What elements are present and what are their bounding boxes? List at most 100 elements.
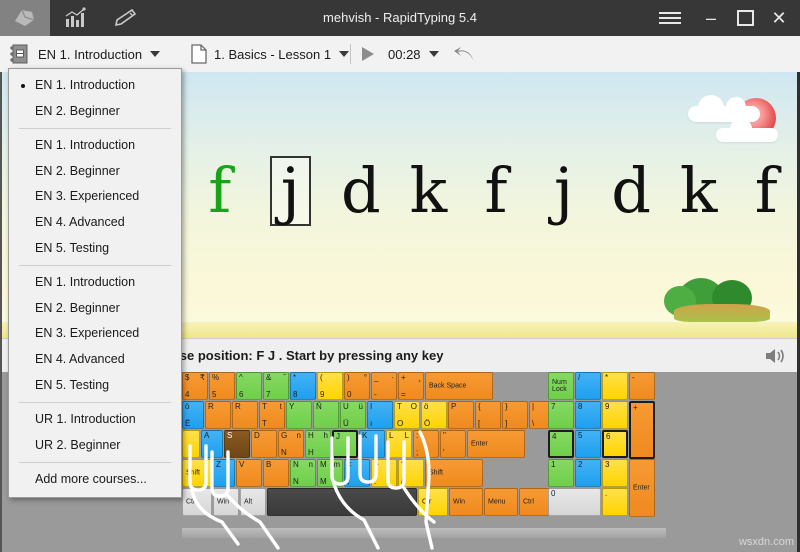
menu-item[interactable]: EN 4. Advanced [9,347,181,373]
keyboard-key[interactable]: Back Space [425,372,493,400]
menu-item[interactable]: EN 1. Introduction [9,270,181,296]
keyboard-key[interactable]: K [359,430,385,458]
menu-item[interactable]: EN 3. Experienced [9,184,181,210]
keyboard-key[interactable]: öÖ [421,401,447,429]
keyboard-key[interactable]: 8 [575,401,601,429]
course-dropdown-menu[interactable]: EN 1. Introduction EN 2. Beginner EN 1. In… [8,68,182,498]
keyboard-key[interactable]: + = ¸ [398,372,424,400]
keyboard-key[interactable]: Shift [182,459,212,487]
keyboard-key[interactable]: öË [182,401,204,429]
play-button[interactable] [362,47,374,61]
keyboard-key[interactable]: R [205,401,231,429]
menu-item[interactable]: EN 2. Beginner [9,159,181,185]
keyboard-key[interactable]: B [263,459,289,487]
keyboard-key[interactable]: S [224,430,250,458]
statistics-tab[interactable] [50,0,100,36]
keyboard-key[interactable]: * [602,372,628,400]
keyboard-key[interactable] [182,430,200,458]
keyboard-key[interactable]: * 8 [290,372,316,400]
keyboard-key[interactable]: Enter [467,430,525,458]
keyboard-key[interactable]: R [232,401,258,429]
keyboard-key[interactable]: {[ [475,401,501,429]
menu-item[interactable]: EN 3. Experienced [9,321,181,347]
keyboard-key[interactable] [267,488,417,516]
keyboard-key[interactable]: UÜü [340,401,366,429]
keyboard-key[interactable]: Num Lock [548,372,574,400]
keyboard-key[interactable]: ^ 6 [236,372,262,400]
keyboard-key[interactable]: NNn [290,459,316,487]
keyboard-key[interactable]: Shift [425,459,483,487]
keyboard-key[interactable]: TTt [259,401,285,429]
keyboard-key[interactable]: ) 0 ° [344,372,370,400]
keyboard-key[interactable]: D [251,430,277,458]
keyboard-key[interactable]: >. [371,459,397,487]
keyboard-key[interactable]: Iı [367,401,393,429]
keyboard-key[interactable]: Ñ [313,401,339,429]
keyboard-key[interactable]: 6 [602,430,628,458]
keyboard-key[interactable]: 9 [602,401,628,429]
lesson-selector[interactable]: 1. Basics - Lesson 1 [214,36,350,72]
menu-item[interactable]: EN 2. Beginner [9,296,181,322]
keyboard-key[interactable]: ? / [398,459,424,487]
maximize-button[interactable] [728,0,762,36]
keyboard-key[interactable]: . [602,488,628,516]
menu-item[interactable]: Add more courses... [9,467,181,493]
keyboard-key[interactable]: $4 ₹ [182,372,208,400]
course-selector[interactable]: EN 1. Introduction [38,36,161,72]
keyboard-key[interactable]: + [629,401,655,459]
keyboard-key[interactable]: Win [213,488,239,516]
keyboard-key[interactable]: 4 [548,430,574,458]
keyboard-key[interactable]: Menu [484,488,518,516]
speaker-icon[interactable] [764,347,786,365]
keyboard-key[interactable]: Ctr [418,488,448,516]
keyboard-key[interactable]: 7 [548,401,574,429]
keyboard-key[interactable]: HHh [305,430,331,458]
keyboard-key[interactable]: MMm [317,459,343,487]
keyboard-key[interactable]: " ' [440,430,466,458]
keyboard-key[interactable]: 3 [602,459,628,487]
notebook-icon-wrap[interactable] [4,40,34,68]
keyboard-key[interactable]: % 5 [209,372,235,400]
menu-item[interactable]: UR 2. Beginner [9,433,181,459]
menu-item[interactable]: EN 4. Advanced [9,210,181,236]
keyboard-key[interactable]: }] [502,401,528,429]
menu-item[interactable]: EN 1. Introduction [9,73,181,99]
keyboard-main[interactable]: $4 ₹% 5 ^ 6 & 7 ˘ * 8(9) 0 ° _ - · + = ¸ Back Space ö Ë R R T Tt… [182,372,559,532]
keyboard-key[interactable]: Ctrl [182,488,212,516]
keyboard-key[interactable]: 1 [548,459,574,487]
keyboard-key[interactable]: <, [344,459,370,487]
keyboard-key[interactable]: _ - · [371,372,397,400]
keyboard-key[interactable]: LL [386,430,412,458]
keyboard-key[interactable]: Win [449,488,483,516]
keyboard-key[interactable]: Enter [629,459,655,517]
keyboard-key[interactable]: Y [286,401,312,429]
minimize-button[interactable]: – [694,0,728,36]
keyboard-key[interactable]: J [332,430,358,458]
typing-tab[interactable] [0,0,50,36]
close-button[interactable]: ✕ [762,0,796,36]
timer-selector[interactable]: 00:28 [388,36,439,72]
undo-icon[interactable] [452,44,476,64]
keyboard-key[interactable]: TOO [394,401,420,429]
menu-item[interactable]: EN 5. Testing [9,236,181,262]
menu-item[interactable]: UR 1. Introduction [9,407,181,433]
app-menu-button[interactable] [650,0,690,36]
keyboard-numpad[interactable]: Num Lock / * - 7 8 9 +4 5 6 1 2 3 Enter 0. [548,372,666,530]
keyboard-key[interactable]: P [448,401,474,429]
keyboard-key[interactable]: 5 [575,430,601,458]
keyboard-key[interactable]: A [201,430,223,458]
keyboard-key[interactable]: GNn [278,430,304,458]
menu-item[interactable]: EN 1. Introduction [9,133,181,159]
keyboard-key[interactable]: & 7 ˘ [263,372,289,400]
keyboard-key[interactable]: :; [413,430,439,458]
keyboard-key[interactable]: Z [213,459,235,487]
keyboard-key[interactable]: (9 [317,372,343,400]
keyboard-key[interactable]: 2 [575,459,601,487]
menu-item[interactable]: EN 2. Beginner [9,99,181,125]
keyboard-key[interactable]: Alt [240,488,266,516]
menu-item[interactable]: EN 5. Testing [9,373,181,399]
keyboard-key[interactable]: 0 [548,488,601,516]
keyboard-key[interactable]: - [629,372,655,400]
editor-tab[interactable] [100,0,150,36]
keyboard-key[interactable]: / [575,372,601,400]
